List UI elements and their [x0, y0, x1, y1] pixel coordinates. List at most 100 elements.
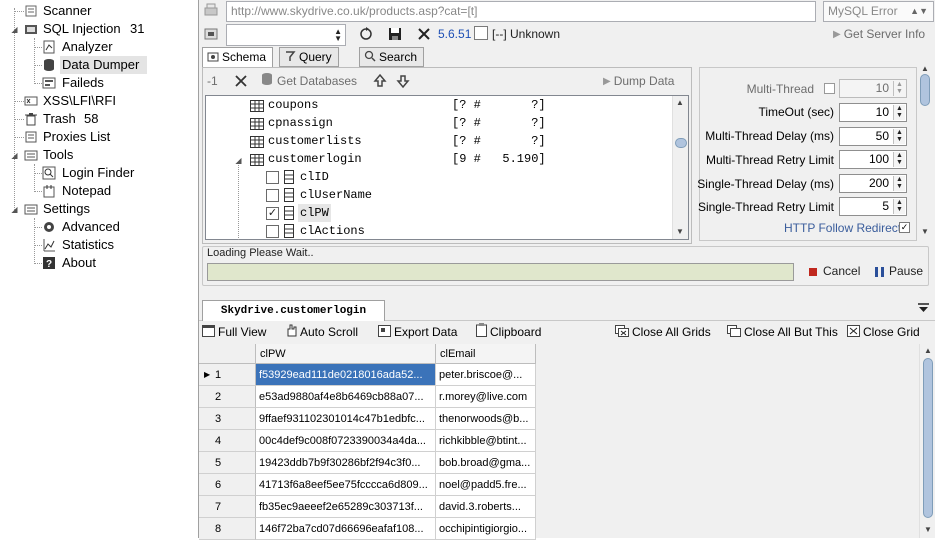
tab-result-grid[interactable]: Skydrive.customerlogin [202, 300, 385, 321]
multi-thread-retry-field[interactable]: 100 ▲ ▼ [839, 150, 907, 169]
sidebar-item-sql-injection[interactable]: SQL Injection 31 [24, 20, 194, 38]
url-field[interactable]: http://www.skydrive.co.uk/products.asp?c… [226, 1, 816, 22]
sidebar-item-trash[interactable]: Trash 58 [24, 110, 194, 128]
row-header[interactable]: 3 [199, 408, 256, 430]
sidebar-item-settings[interactable]: Settings [24, 200, 194, 218]
table-cell[interactable]: r.morey@live.com [436, 386, 536, 408]
close-all-but-this-button[interactable]: Close All But This [727, 322, 838, 342]
table-cell[interactable]: noel@padd5.fre... [436, 474, 536, 496]
auto-scroll-button[interactable]: Auto Scroll [285, 322, 358, 342]
table-cell[interactable]: fb35ec9aeeef2e65289c303713f... [256, 496, 436, 518]
column-header-clemail[interactable]: clEmail [436, 344, 536, 364]
sidebar-item-advanced[interactable]: Advanced [42, 218, 192, 236]
scroll-down-icon[interactable]: ▼ [924, 525, 932, 534]
error-type-select[interactable]: MySQL Error ▲▼ [823, 1, 934, 22]
sidebar-item-login-finder[interactable]: Login Finder [42, 164, 192, 182]
dump-data-button[interactable]: ▶ Dump Data [603, 71, 674, 91]
clipboard-button[interactable]: Clipboard [476, 322, 541, 342]
scroll-thumb[interactable] [923, 358, 933, 518]
move-up-icon[interactable] [372, 73, 388, 89]
scroll-up-icon[interactable]: ▲ [921, 64, 929, 73]
row-header[interactable]: 4 [199, 430, 256, 452]
export-data-button[interactable]: Export Data [378, 322, 457, 342]
row-header[interactable]: 8 [199, 518, 256, 540]
close-all-grids-button[interactable]: Close All Grids [615, 322, 711, 342]
sidebar-item-data-dumper[interactable]: Data Dumper [42, 56, 147, 74]
delete-icon[interactable] [234, 73, 248, 89]
tree-scrollbar[interactable]: ▲ ▼ [672, 96, 688, 239]
expand-settings-icon[interactable]: ◢ [10, 205, 19, 214]
sidebar-item-analyzer[interactable]: Analyzer [42, 38, 192, 56]
pause-button[interactable]: Pause [875, 261, 923, 281]
table-cell[interactable]: 00c4def9c008f0723390034a4da... [256, 430, 436, 452]
print-icon[interactable] [202, 2, 220, 20]
tab-schema[interactable]: Schema [202, 47, 274, 68]
sidebar-item-notepad[interactable]: Notepad [42, 182, 192, 200]
scroll-thumb[interactable] [920, 74, 930, 106]
full-view-button[interactable]: Full View [202, 322, 266, 342]
column-checkbox[interactable] [266, 189, 279, 202]
scroll-down-icon[interactable]: ▼ [921, 227, 929, 236]
get-databases-button[interactable]: Get Databases [260, 71, 357, 91]
table-cell[interactable]: 146f72ba7cd07d66696eafaf108... [256, 518, 436, 540]
settings-scrollbar[interactable]: ▲ ▼ [917, 62, 933, 240]
save-icon[interactable] [386, 25, 404, 43]
get-server-info-button[interactable]: ▶ Get Server Info [833, 24, 925, 44]
multi-thread-field[interactable]: 10 ▲ ▼ [839, 79, 907, 98]
multi-thread-checkbox[interactable] [824, 83, 835, 94]
column-header-clpw[interactable]: clPW [256, 344, 436, 364]
table-cell[interactable]: 19423ddb7b9f30286bf2f94c3f0... [256, 452, 436, 474]
single-thread-retry-field[interactable]: 5 ▲ ▼ [839, 197, 907, 216]
expand-sql-injection-icon[interactable]: ◢ [10, 25, 19, 34]
expand-customerlogin-icon[interactable]: ◢ [234, 156, 243, 165]
tab-menu-icon[interactable] [917, 302, 931, 314]
scroll-up-icon[interactable]: ▲ [924, 346, 932, 355]
sidebar-item-xss-lfi-rfi[interactable]: XSS\LFI\RFI [24, 92, 194, 110]
timeout-field[interactable]: 10 ▲ ▼ [839, 103, 907, 122]
grid-scrollbar[interactable]: ▲ ▼ [919, 344, 935, 538]
table-cell[interactable]: occhipintigiorgio... [436, 518, 536, 540]
dbms-checkbox[interactable] [474, 26, 488, 40]
single-thread-delay-field[interactable]: 200 ▲ ▼ [839, 174, 907, 193]
table-cell[interactable]: richkibble@btint... [436, 430, 536, 452]
row-header[interactable]: 2 [199, 386, 256, 408]
scroll-down-icon[interactable]: ▼ [676, 227, 684, 236]
cancel-button[interactable]: Cancel [809, 261, 860, 281]
table-cell[interactable]: 9ffaef931102301014c47b1edbfc... [256, 408, 436, 430]
column-checkbox-checked[interactable]: ✓ [266, 207, 279, 220]
tab-query[interactable]: Query [279, 47, 339, 67]
table-cell[interactable]: bob.broad@gma... [436, 452, 536, 474]
column-checkbox[interactable] [266, 171, 279, 184]
export-icon [378, 323, 391, 343]
close-grid-button[interactable]: Close Grid [847, 322, 920, 342]
sidebar-item-proxies-list[interactable]: Proxies List [24, 128, 194, 146]
tab-search[interactable]: Search [359, 47, 425, 67]
table-cell[interactable]: e53ad9880af4e8b6469cb88a07... [256, 386, 436, 408]
scroll-thumb[interactable] [675, 138, 687, 148]
sidebar-item-tools[interactable]: Tools [24, 146, 194, 164]
table-cell[interactable]: f53929ead111de0218016ada52... [256, 364, 436, 386]
row-header[interactable]: 6 [199, 474, 256, 496]
row-header[interactable]: 5 [199, 452, 256, 474]
sidebar-item-faileds[interactable]: Faileds [42, 74, 192, 92]
http-follow-redirect-checkbox[interactable]: ✓ [899, 222, 910, 233]
expand-tools-icon[interactable]: ◢ [10, 151, 19, 160]
scroll-up-icon[interactable]: ▲ [676, 98, 684, 107]
table-cell[interactable]: 41713f6a8eef5ee75fcccca6d809... [256, 474, 436, 496]
sidebar-item-about[interactable]: ? About [42, 254, 192, 272]
table-cell[interactable]: david.3.roberts... [436, 496, 536, 518]
close-icon[interactable] [415, 25, 433, 43]
column-checkbox[interactable] [266, 225, 279, 238]
multi-thread-delay-field[interactable]: 50 ▲ ▼ [839, 127, 907, 146]
refresh-icon[interactable] [357, 25, 375, 43]
row-header[interactable]: 7 [199, 496, 256, 518]
main-panel: http://www.skydrive.co.uk/products.asp?c… [199, 0, 935, 540]
table-cell[interactable]: peter.briscoe@... [436, 364, 536, 386]
move-down-icon[interactable] [395, 73, 411, 89]
target-select[interactable]: ▲ ▼ [226, 24, 346, 46]
switch-icon[interactable] [202, 25, 220, 43]
table-cell[interactable]: thenorwoods@b... [436, 408, 536, 430]
sidebar-item-statistics[interactable]: Statistics [42, 236, 192, 254]
sidebar-item-scanner[interactable]: Scanner [24, 2, 194, 20]
row-header[interactable]: ▶ 1 [199, 364, 256, 386]
